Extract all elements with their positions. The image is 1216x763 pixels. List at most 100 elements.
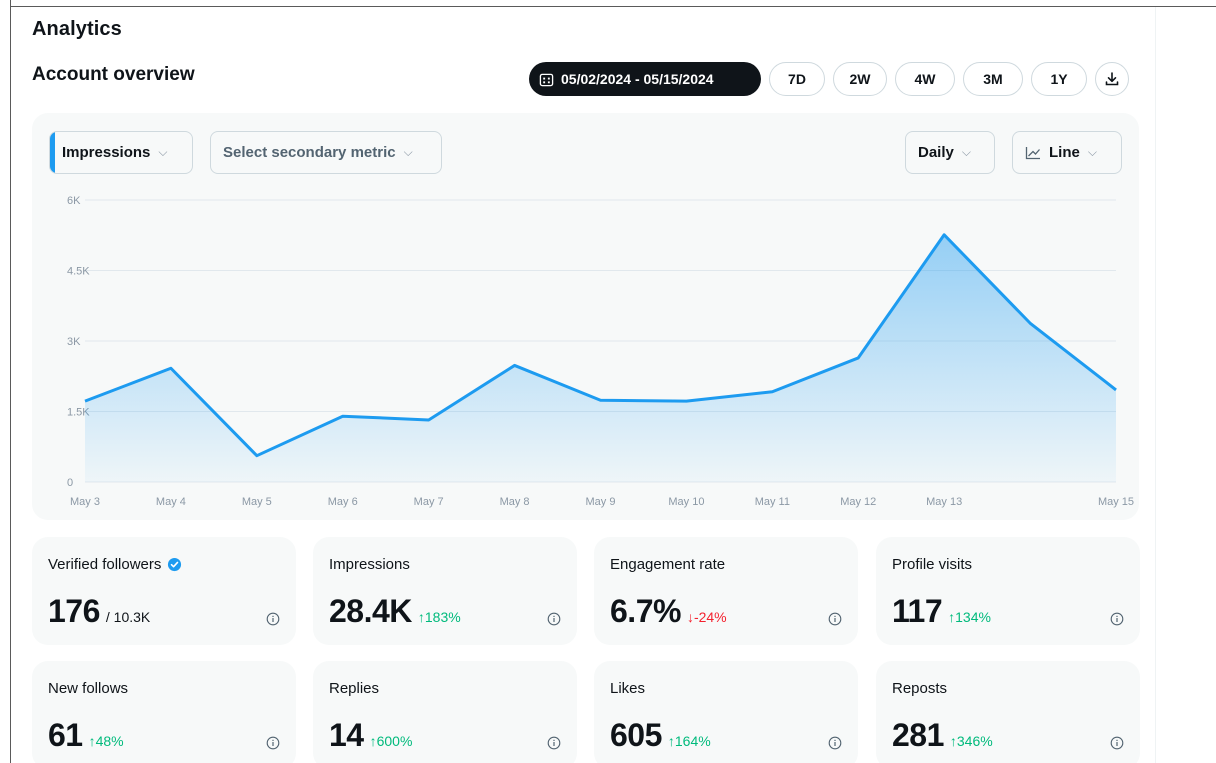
x-tick-label: May 10 (668, 496, 704, 508)
stat-value-row: 281 ↑346% (892, 717, 993, 754)
date-range-bar: 05/02/2024 - 05/15/2024 7D 2W 4W 3M 1Y (529, 62, 1129, 96)
primary-metric-select[interactable]: Impressions ⌵ (49, 131, 193, 174)
stat-delta: ↑48% (88, 733, 124, 749)
y-tick-label: 6K (67, 195, 81, 207)
stat-label-text: Replies (329, 680, 380, 697)
stat-card[interactable]: Reposts 281 ↑346% (876, 661, 1140, 763)
stat-card[interactable]: Profile visits 117 ↑134% (876, 537, 1140, 645)
stat-card[interactable]: Impressions 28.4K ↑183% (313, 537, 577, 645)
line-chart-icon (1025, 146, 1040, 159)
stat-card[interactable]: New follows 61 ↑48% (32, 661, 296, 763)
page-title: Analytics (32, 18, 122, 40)
stat-delta: ↑183% (417, 609, 461, 625)
stat-label-text: Likes (610, 680, 646, 697)
y-tick-label: 4.5K (67, 266, 90, 278)
stat-value-row: 28.4K ↑183% (329, 593, 461, 630)
download-button[interactable] (1095, 62, 1129, 96)
x-tick-label: May 6 (328, 496, 358, 508)
date-range-button[interactable]: 05/02/2024 - 05/15/2024 (529, 62, 761, 96)
chart-type-select[interactable]: Line ⌵ (1012, 131, 1122, 174)
stat-delta: ↑164% (667, 733, 711, 749)
y-tick-label: 3K (67, 336, 81, 348)
range-7d-button[interactable]: 7D (769, 62, 825, 96)
chevron-down-icon: ⌵ (1087, 145, 1097, 159)
stat-label: Impressions (329, 556, 410, 573)
stat-label-text: Engagement rate (610, 556, 726, 573)
info-icon[interactable] (266, 612, 280, 626)
range-3m-button[interactable]: 3M (963, 62, 1023, 96)
stat-value: 281 (892, 717, 944, 753)
chevron-down-icon: ⌵ (403, 145, 413, 159)
column-divider (1155, 7, 1156, 763)
x-tick-label: May 15 (1098, 496, 1134, 508)
stat-card[interactable]: Engagement rate 6.7% ↓-24% (594, 537, 858, 645)
x-tick-label: May 9 (586, 496, 616, 508)
x-tick-label: May 5 (242, 496, 272, 508)
stat-value-row: 61 ↑48% (48, 717, 124, 754)
stat-label-text: Profile visits (892, 556, 973, 573)
stat-value-row: 605 ↑164% (610, 717, 711, 754)
date-range-label: 05/02/2024 - 05/15/2024 (561, 71, 714, 87)
interval-label: Daily (918, 144, 954, 161)
window-border-top (10, 6, 1216, 7)
stat-value: 28.4K (329, 593, 412, 629)
chevron-down-icon: ⌵ (961, 145, 971, 159)
info-icon[interactable] (547, 736, 561, 750)
stat-label: Profile visits (892, 556, 972, 573)
x-tick-label: May 13 (926, 496, 962, 508)
stat-label: Replies (329, 680, 379, 697)
stat-value-row: 176 / 10.3K (48, 593, 150, 630)
stat-value-row: 14 ↑600% (329, 717, 412, 754)
x-tick-label: May 11 (755, 496, 790, 508)
info-icon[interactable] (266, 736, 280, 750)
info-icon[interactable] (828, 612, 842, 626)
x-tick-label: May 3 (70, 496, 100, 508)
stat-label-text: New follows (48, 680, 129, 697)
stat-label-text: Verified followers (48, 556, 162, 573)
y-tick-label: 0 (67, 477, 73, 489)
info-icon[interactable] (828, 736, 842, 750)
stat-label: Likes (610, 680, 645, 697)
range-1y-button[interactable]: 1Y (1031, 62, 1087, 96)
stat-label-text: Reposts (892, 680, 948, 697)
interval-select[interactable]: Daily ⌵ (905, 131, 995, 174)
stat-value: 117 (892, 593, 943, 629)
stat-card[interactable]: Verified followers 176 / 10.3K (32, 537, 296, 645)
stat-delta: ↑134% (948, 609, 991, 625)
chart-card: Impressions ⌵ Select secondary metric ⌵ … (32, 113, 1139, 520)
primary-metric-label: Impressions (62, 144, 151, 161)
download-icon (1105, 72, 1119, 86)
x-tick-label: May 7 (414, 496, 444, 508)
stat-total: / 10.3K (105, 609, 151, 625)
stat-value: 61 (48, 717, 83, 753)
stat-card[interactable]: Likes 605 ↑164% (594, 661, 858, 763)
x-tick-label: May 12 (840, 496, 876, 508)
stat-delta: ↑346% (949, 733, 993, 749)
section-title: Account overview (32, 64, 195, 85)
info-icon[interactable] (547, 612, 561, 626)
chart-type-label: Line (1049, 144, 1080, 161)
stat-label: New follows (48, 680, 128, 697)
range-2w-button[interactable]: 2W (833, 62, 887, 96)
impressions-chart: 01.5K3K4.5K6K May 3 May 4 May 5 May 6 May 7M… (67, 195, 1134, 508)
stat-card[interactable]: Replies 14 ↑600% (313, 661, 577, 763)
stat-value-row: 6.7% ↓-24% (610, 593, 727, 630)
stat-value: 6.7% (610, 593, 681, 629)
chevron-down-icon: ⌵ (158, 145, 168, 159)
area-fill (85, 234, 1116, 482)
secondary-metric-select[interactable]: Select secondary metric ⌵ (210, 131, 442, 174)
stat-label: Engagement rate (610, 556, 725, 573)
x-tick-label: May 4 (156, 496, 186, 508)
secondary-metric-placeholder: Select secondary metric (223, 144, 396, 161)
info-icon[interactable] (1110, 612, 1124, 626)
stat-delta: ↓-24% (686, 609, 727, 625)
info-icon[interactable] (1110, 736, 1124, 750)
stat-value: 176 (48, 593, 100, 629)
range-4w-button[interactable]: 4W (895, 62, 955, 96)
stat-value: 605 (610, 717, 662, 753)
stat-delta: ↑600% (369, 733, 413, 749)
window-border-left (10, 0, 11, 763)
calendar-icon (539, 73, 554, 86)
x-tick-label: May 8 (500, 496, 530, 508)
stat-label: Verified followers (48, 556, 182, 573)
